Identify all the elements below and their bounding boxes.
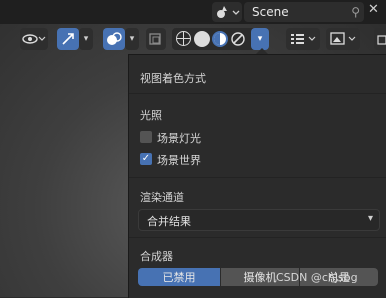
shading-popover-button[interactable]: ▾ xyxy=(251,28,269,50)
divider xyxy=(129,177,386,178)
compositor-option-label: 已禁用 xyxy=(162,271,196,284)
render-pass-dropdown[interactable]: 合并结果 ▾ xyxy=(138,209,380,231)
scene-lights-label[interactable]: 场景灯光 xyxy=(157,130,201,146)
material-preview-icon xyxy=(214,33,226,45)
scene-bar: Scene ⚲ ✕ xyxy=(0,0,386,24)
shading-popover: 视图着色方式 光照 场景灯光 ✓ 场景世界 渲染通道 合并结果 ▾ 合成器 已禁… xyxy=(128,54,386,298)
gizmo-toggle-button[interactable] xyxy=(57,28,79,50)
overlays-toggle-button[interactable] xyxy=(103,28,125,50)
scene-world-label[interactable]: 场景世界 xyxy=(157,152,201,168)
shading-mode-group xyxy=(172,28,256,50)
chevron-down-icon: ▾ xyxy=(367,213,373,224)
scene-properties-icon xyxy=(377,35,386,45)
chevron-down-icon: ▾ xyxy=(83,34,89,44)
outliner-icon xyxy=(291,34,316,44)
image-icon xyxy=(330,32,356,45)
close-icon[interactable]: ✕ xyxy=(368,2,379,17)
scene-icon xyxy=(217,6,240,18)
xray-toggle-button[interactable] xyxy=(146,28,166,50)
gizmo-dropdown[interactable]: ▾ xyxy=(79,28,93,50)
chevron-down-icon: ▾ xyxy=(129,34,135,44)
popover-title: 视图着色方式 xyxy=(140,72,206,85)
overlays-dropdown[interactable]: ▾ xyxy=(125,28,139,50)
eye-icon xyxy=(22,34,46,44)
scene-selector-button[interactable] xyxy=(212,2,242,22)
solid-shading-icon[interactable] xyxy=(194,31,210,47)
compositor-option-disabled[interactable]: 已禁用 xyxy=(138,268,220,286)
scene-lights-checkbox[interactable] xyxy=(140,131,152,143)
xray-icon xyxy=(149,33,161,45)
pin-icon[interactable]: ⚲ xyxy=(351,5,360,19)
lighting-heading: 光照 xyxy=(140,109,162,122)
material-preview-shading-button[interactable] xyxy=(212,31,228,47)
chevron-down-icon: ▾ xyxy=(257,34,263,44)
render-pass-value: 合并结果 xyxy=(147,215,191,228)
gizmo-icon xyxy=(62,33,74,45)
divider xyxy=(129,237,386,238)
editor-type-button[interactable] xyxy=(286,28,320,50)
rendered-shading-icon[interactable] xyxy=(230,31,246,47)
wireframe-shading-icon[interactable] xyxy=(176,31,191,46)
compositor-option-label: 摄像机 xyxy=(243,271,277,284)
watermark: CSDN @chjsbg xyxy=(276,271,358,284)
scene-world-checkbox[interactable]: ✓ xyxy=(140,153,152,165)
scene-properties-button[interactable] xyxy=(374,28,386,50)
scene-name: Scene xyxy=(252,5,289,19)
scene-name-field[interactable]: Scene ⚲ xyxy=(244,2,364,22)
visibility-button[interactable] xyxy=(20,28,48,50)
render-pass-heading: 渲染通道 xyxy=(140,191,184,204)
divider xyxy=(129,93,386,94)
view-layer-button[interactable] xyxy=(326,28,360,50)
compositor-heading: 合成器 xyxy=(140,250,173,263)
overlays-icon xyxy=(107,32,122,45)
checkmark-icon: ✓ xyxy=(141,153,151,164)
